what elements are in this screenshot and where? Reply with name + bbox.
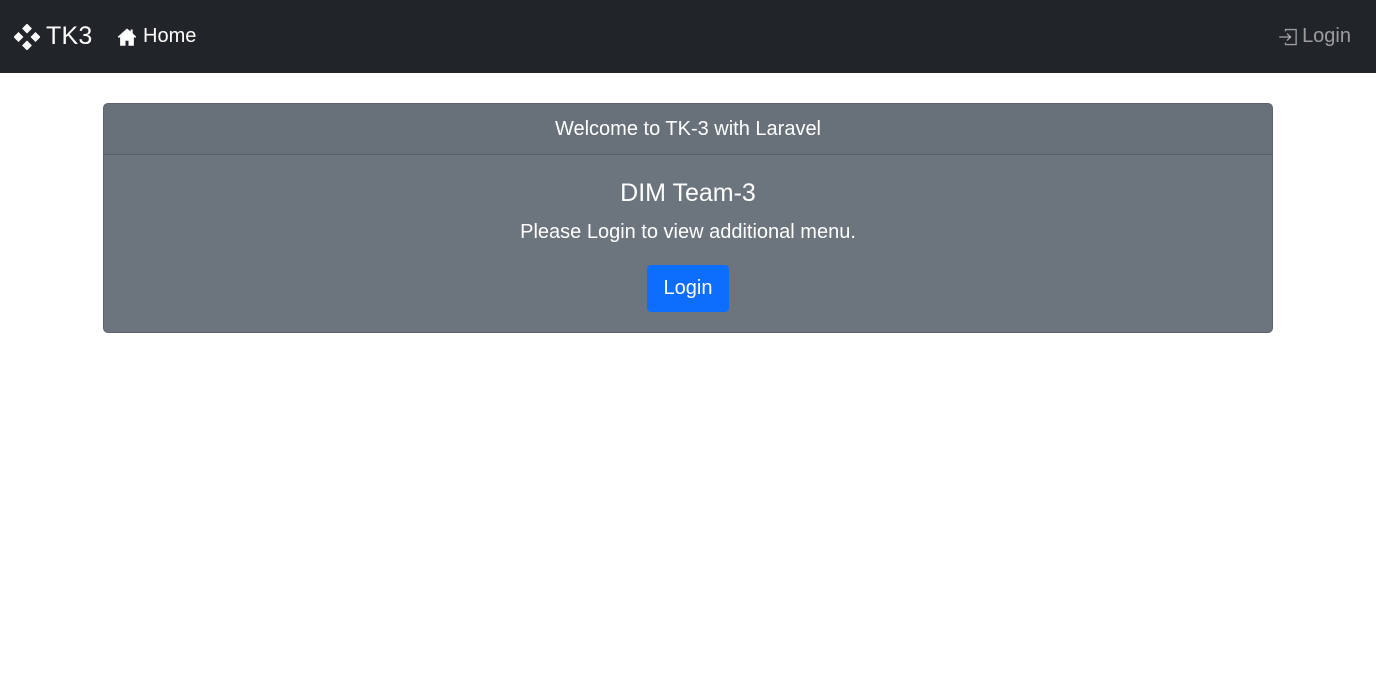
nav-home-label: Home bbox=[143, 25, 197, 47]
diamond-grid-icon bbox=[14, 23, 40, 50]
welcome-card: Welcome to TK-3 with Laravel DIM Team-3 … bbox=[103, 103, 1273, 333]
brand-name: TK3 bbox=[46, 22, 93, 50]
nav-login-link[interactable]: Login bbox=[1278, 0, 1351, 73]
card-text: Please Login to view additional menu. bbox=[520, 221, 856, 243]
box-arrow-in-right-icon bbox=[1278, 27, 1298, 47]
nav-home-link[interactable]: Home bbox=[117, 0, 196, 73]
card-header: Welcome to TK-3 with Laravel bbox=[104, 104, 1272, 155]
top-navbar: TK3 Home Login bbox=[0, 0, 1376, 73]
brand-link[interactable]: TK3 bbox=[14, 0, 92, 73]
house-icon bbox=[117, 27, 137, 47]
nav-login-label: Login bbox=[1302, 25, 1351, 47]
login-button[interactable]: Login bbox=[647, 265, 729, 312]
card-title: DIM Team-3 bbox=[620, 179, 756, 207]
